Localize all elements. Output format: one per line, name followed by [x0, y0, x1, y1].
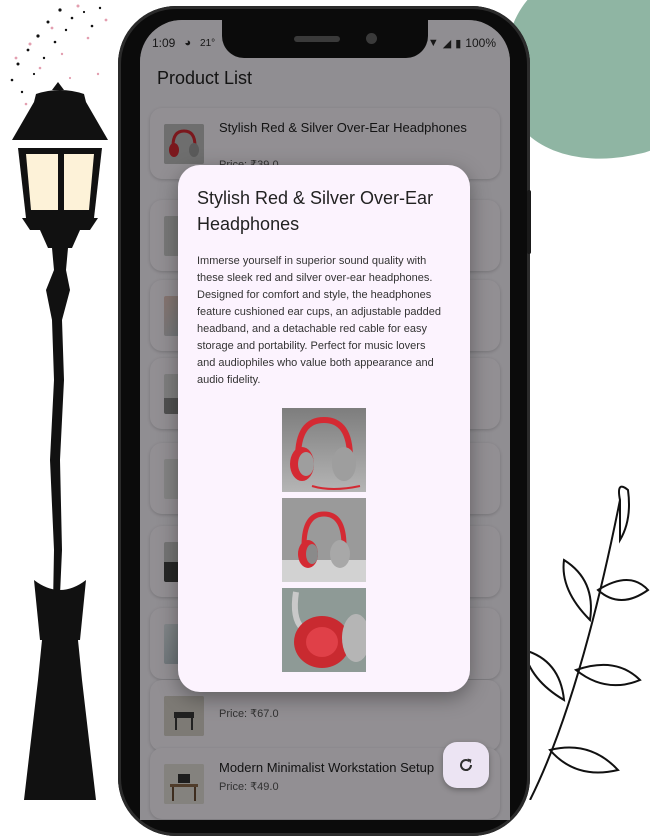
headphones-image-3: [282, 588, 366, 672]
street-lamp-illustration: [12, 82, 108, 800]
headphones-image-1: [282, 408, 366, 492]
phone-notch: [222, 20, 428, 58]
refresh-icon: [460, 758, 473, 771]
refresh-button[interactable]: [443, 742, 489, 788]
dialog-description: Immerse yourself in superior sound quali…: [197, 255, 442, 386]
headphones-image-2: [282, 498, 366, 582]
product-detail-dialog[interactable]: Stylish Red & Silver Over-Ear Headphones…: [178, 165, 470, 692]
phone-camera: [366, 33, 377, 44]
leaves-illustration: [522, 485, 650, 800]
phone-side-button: [527, 190, 531, 254]
dialog-title: Stylish Red & Silver Over-Ear Headphones: [197, 188, 434, 234]
phone-speaker: [294, 36, 340, 42]
